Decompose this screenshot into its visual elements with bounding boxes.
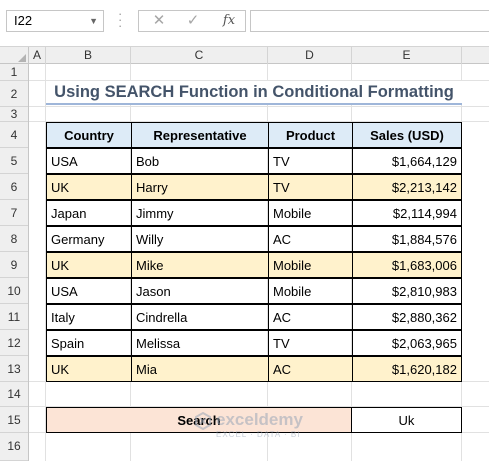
column-header-c[interactable]: C — [131, 47, 268, 64]
table-row: Spain Melissa TV $2,063,965 — [46, 330, 462, 356]
cell-country[interactable]: Germany — [46, 226, 132, 252]
chevron-down-icon[interactable]: ▼ — [89, 11, 98, 31]
cell-country[interactable]: USA — [46, 148, 132, 174]
column-header-a[interactable]: A — [29, 47, 46, 64]
cell-sales[interactable]: $2,880,362 — [352, 304, 462, 330]
cell-country[interactable]: UK — [46, 252, 132, 278]
cell-sales[interactable]: $2,810,983 — [352, 278, 462, 304]
table-row: Germany Willy AC $1,884,576 — [46, 226, 462, 252]
cell-product[interactable]: Mobile — [268, 278, 353, 304]
select-all-icon — [18, 54, 26, 62]
row-header-6[interactable]: 6 — [0, 174, 28, 200]
cell-representative[interactable]: Mia — [131, 356, 269, 382]
cell-sales[interactable]: $1,664,129 — [352, 148, 462, 174]
row-header-10[interactable]: 10 — [0, 278, 28, 304]
table-row: USA Jason Mobile $2,810,983 — [46, 278, 462, 304]
row-header-11[interactable]: 11 — [0, 304, 28, 330]
cell-representative[interactable]: Mike — [131, 252, 269, 278]
column-header-d[interactable]: D — [268, 47, 352, 64]
row-header-15[interactable]: 15 — [0, 407, 28, 433]
header-representative[interactable]: Representative — [131, 122, 269, 148]
cell-country[interactable]: Japan — [46, 200, 132, 226]
cell-representative[interactable]: Bob — [131, 148, 269, 174]
row-header-14[interactable]: 14 — [0, 382, 28, 407]
cell-product[interactable]: Mobile — [268, 200, 353, 226]
row-header-1[interactable]: 1 — [0, 64, 28, 81]
header-product[interactable]: Product — [268, 122, 353, 148]
row-header-8[interactable]: 8 — [0, 226, 28, 252]
row-header-16[interactable]: 16 — [0, 433, 28, 461]
table-row-highlighted: UK Mike Mobile $1,683,006 — [46, 252, 462, 278]
cell-sales[interactable]: $2,063,965 — [352, 330, 462, 356]
header-country[interactable]: Country — [46, 122, 132, 148]
row-header-12[interactable]: 12 — [0, 330, 28, 356]
cell-country[interactable]: Italy — [46, 304, 132, 330]
name-box-value: I22 — [14, 13, 33, 28]
table-row: Italy Cindrella AC $2,880,362 — [46, 304, 462, 330]
row-header-bar: 1 2 3 4 5 6 7 8 9 10 11 12 13 14 15 16 — [0, 64, 29, 461]
name-box[interactable]: I22 ▼ — [6, 10, 104, 32]
row-header-3[interactable]: 3 — [0, 107, 28, 122]
watermark-tagline: EXCEL · DATA · BI — [216, 430, 301, 439]
cell-product[interactable]: TV — [268, 174, 353, 200]
cell-product[interactable]: AC — [268, 356, 353, 382]
column-header-e[interactable]: E — [352, 47, 462, 64]
cell-representative[interactable]: Melissa — [131, 330, 269, 356]
formula-buttons: ✕ ✓ fx — [138, 10, 246, 32]
cell-country[interactable]: Spain — [46, 330, 132, 356]
formula-bar: I22 ▼ · · · ✕ ✓ fx — [0, 0, 489, 46]
cell-representative[interactable]: Jimmy — [131, 200, 269, 226]
cell-product[interactable]: AC — [268, 226, 353, 252]
cell-product[interactable]: AC — [268, 304, 353, 330]
table-row: Japan Jimmy Mobile $2,114,994 — [46, 200, 462, 226]
cell-representative[interactable]: Willy — [131, 226, 269, 252]
exceldemy-logo-icon — [195, 412, 211, 430]
cell-representative[interactable]: Harry — [131, 174, 269, 200]
header-sales[interactable]: Sales (USD) — [352, 122, 462, 148]
row-header-9[interactable]: 9 — [0, 252, 28, 278]
cell-country[interactable]: UK — [46, 356, 132, 382]
cell-sales[interactable]: $1,884,576 — [352, 226, 462, 252]
row-header-4[interactable]: 4 — [0, 122, 28, 148]
column-header-bar: A B C D E — [0, 46, 489, 64]
select-all-button[interactable] — [0, 47, 29, 64]
table-row-highlighted: UK Harry TV $2,213,142 — [46, 174, 462, 200]
cell-sales[interactable]: $1,620,182 — [352, 356, 462, 382]
cell-product[interactable]: TV — [268, 148, 353, 174]
cell-sales[interactable]: $2,213,142 — [352, 174, 462, 200]
table-row-highlighted: UK Mia AC $1,620,182 — [46, 356, 462, 382]
watermark-name: exceldemy — [216, 410, 303, 429]
table-header-row: Country Representative Product Sales (US… — [46, 122, 462, 148]
gridline — [29, 106, 489, 107]
search-input[interactable]: Uk — [351, 407, 462, 433]
enter-icon[interactable]: ✓ — [183, 11, 203, 31]
sheet-title[interactable]: Using SEARCH Function in Conditional For… — [46, 81, 462, 105]
cell-sales[interactable]: $2,114,994 — [352, 200, 462, 226]
cell-representative[interactable]: Jason — [131, 278, 269, 304]
cell-country[interactable]: UK — [46, 174, 132, 200]
cell-product[interactable]: Mobile — [268, 252, 353, 278]
watermark-logo: exceldemy EXCEL · DATA · BI — [194, 408, 324, 446]
cell-sales[interactable]: $1,683,006 — [352, 252, 462, 278]
column-header-b[interactable]: B — [46, 47, 131, 64]
row-header-2[interactable]: 2 — [0, 81, 28, 107]
row-header-5[interactable]: 5 — [0, 148, 28, 174]
cell-country[interactable]: USA — [46, 278, 132, 304]
cell-representative[interactable]: Cindrella — [131, 304, 269, 330]
row-header-7[interactable]: 7 — [0, 200, 28, 226]
table-row: USA Bob TV $1,664,129 — [46, 148, 462, 174]
drag-handle-icon[interactable]: · · · — [118, 7, 124, 32]
formula-input[interactable] — [250, 10, 489, 32]
insert-function-icon[interactable]: fx — [219, 11, 239, 31]
row-header-13[interactable]: 13 — [0, 356, 28, 382]
cancel-icon[interactable]: ✕ — [149, 11, 169, 31]
cell-product[interactable]: TV — [268, 330, 353, 356]
